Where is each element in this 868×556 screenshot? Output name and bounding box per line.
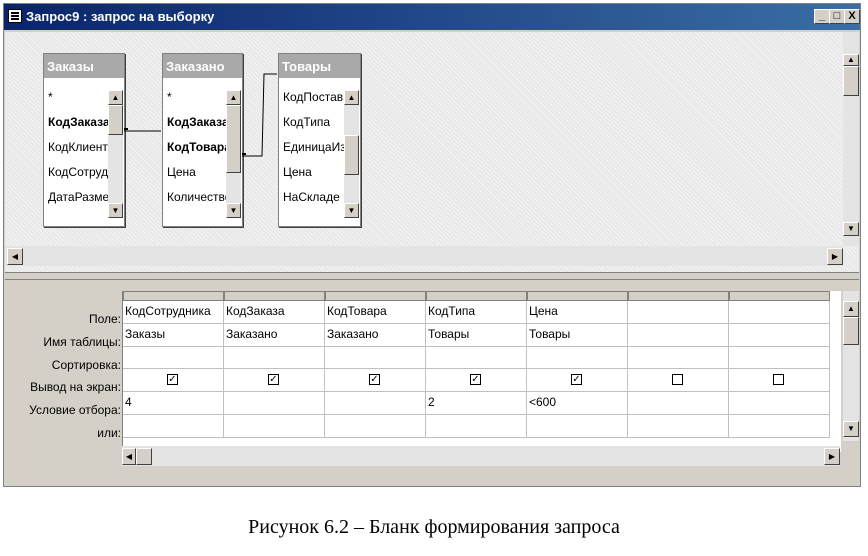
scroll-down-icon[interactable]: ▼ xyxy=(843,222,859,236)
grid-cell-or[interactable] xyxy=(426,415,527,438)
table-pane: Заказы * КодЗаказа КодКлиента КодСотрудн… xyxy=(5,32,859,272)
grid-cell-table[interactable]: Заказано xyxy=(325,323,426,347)
scroll-up-icon[interactable]: ▲ xyxy=(843,54,859,66)
grid-cell-sort[interactable] xyxy=(224,346,325,370)
grid-cell-sort[interactable] xyxy=(527,346,628,370)
grid-cell-field[interactable]: Цена xyxy=(527,301,628,324)
grid-cell-field[interactable]: КодСотрудника xyxy=(123,301,224,324)
column-selector[interactable] xyxy=(123,291,224,301)
column-selector[interactable] xyxy=(224,291,325,301)
scroll-up-icon[interactable]: ▲ xyxy=(843,301,859,317)
column-selector[interactable] xyxy=(527,291,628,301)
query-icon[interactable] xyxy=(8,9,22,23)
scroll-right-icon[interactable]: ▶ xyxy=(824,448,840,465)
scroll-thumb[interactable] xyxy=(843,317,859,345)
grid-cell-field[interactable]: КодТипа xyxy=(426,301,527,324)
grid-cell-show[interactable] xyxy=(729,369,830,393)
grid-cell-sort[interactable] xyxy=(325,346,426,370)
show-checkbox[interactable]: ✓ xyxy=(167,374,178,386)
close-button[interactable]: X xyxy=(844,9,860,24)
query-design-grid-pane: Поле: Имя таблицы: Сортировка: Вывод на … xyxy=(5,281,859,471)
grid-cell-show[interactable]: ✓ xyxy=(325,369,426,393)
grid-cell-criteria[interactable] xyxy=(224,392,325,415)
grid-horizontal-scrollbar[interactable]: ◀ ▶ xyxy=(122,446,840,466)
grid-cell-table[interactable] xyxy=(628,323,729,347)
grid-cell-criteria[interactable]: 4 xyxy=(123,392,224,415)
grid-cell-field[interactable]: КодЗаказа xyxy=(224,301,325,324)
grid-cell-show[interactable]: ✓ xyxy=(224,369,325,393)
design-grid: КодСотрудника Заказы ✓ 4 КодЗаказа Заказано ✓ К… xyxy=(122,291,841,452)
show-checkbox[interactable] xyxy=(773,374,784,386)
grid-cell-field[interactable]: КодТовара xyxy=(325,301,426,324)
scroll-right-icon[interactable]: ▶ xyxy=(827,248,843,265)
grid-cell-field[interactable] xyxy=(729,301,830,324)
relationship-line[interactable] xyxy=(242,73,277,157)
grid-cell-table[interactable] xyxy=(729,323,830,347)
row-label-show: Вывод на экран: xyxy=(30,380,121,395)
scroll-thumb[interactable] xyxy=(136,448,152,465)
column-selector[interactable] xyxy=(426,291,527,301)
pane-splitter[interactable] xyxy=(5,272,859,280)
show-checkbox[interactable] xyxy=(672,374,683,386)
grid-cell-or[interactable] xyxy=(729,415,830,438)
show-checkbox[interactable]: ✓ xyxy=(369,374,380,386)
scroll-left-icon[interactable]: ◀ xyxy=(7,248,23,265)
grid-cell-criteria[interactable]: <600 xyxy=(527,392,628,415)
scroll-left-icon[interactable]: ◀ xyxy=(122,448,136,465)
grid-row-labels: Поле: Имя таблицы: Сортировка: Вывод на … xyxy=(5,309,121,446)
upper-vertical-scrollbar[interactable]: ▲ ▼ xyxy=(843,32,859,246)
row-label-criteria: Условие отбора: xyxy=(29,403,121,418)
grid-cell-sort[interactable] xyxy=(426,346,527,370)
row-label-table: Имя таблицы: xyxy=(43,334,121,349)
grid-cell-field[interactable] xyxy=(628,301,729,324)
grid-cell-criteria[interactable] xyxy=(628,392,729,415)
row-label-sort: Сортировка: xyxy=(51,357,121,372)
title-bar[interactable]: Запрос9 : запрос на выборку _ □ X xyxy=(4,4,860,30)
grid-cell-criteria[interactable]: 2 xyxy=(426,392,527,415)
grid-vertical-scrollbar[interactable]: ▲ ▼ xyxy=(843,291,859,441)
scroll-thumb[interactable] xyxy=(843,66,859,96)
row-label-or: или: xyxy=(97,425,121,440)
scroll-down-icon[interactable]: ▼ xyxy=(843,421,859,437)
grid-cell-table[interactable]: Товары xyxy=(426,323,527,347)
column-selector[interactable] xyxy=(628,291,729,301)
grid-cell-sort[interactable] xyxy=(729,346,830,370)
query-window: Запрос9 : запрос на выборку _ □ X Заказы… xyxy=(3,3,861,487)
grid-cell-or[interactable] xyxy=(123,415,224,438)
show-checkbox[interactable]: ✓ xyxy=(470,374,481,386)
window-title: Запрос9 : запрос на выборку xyxy=(26,9,215,24)
upper-horizontal-scrollbar[interactable]: ◀ ▶ xyxy=(5,246,843,266)
grid-cell-sort[interactable] xyxy=(628,346,729,370)
grid-cell-criteria[interactable] xyxy=(325,392,426,415)
row-label-field: Поле: xyxy=(88,312,121,326)
grid-cell-show[interactable]: ✓ xyxy=(426,369,527,393)
grid-cell-table[interactable]: Заказано xyxy=(224,323,325,347)
grid-cell-show[interactable] xyxy=(628,369,729,393)
grid-cell-criteria[interactable] xyxy=(729,392,830,415)
column-selector[interactable] xyxy=(729,291,830,301)
figure-caption: Рисунок 6.2 – Бланк формирования запроса xyxy=(248,516,620,538)
grid-cell-or[interactable] xyxy=(628,415,729,438)
show-checkbox[interactable]: ✓ xyxy=(268,374,279,386)
grid-cell-table[interactable]: Товары xyxy=(527,323,628,347)
grid-cell-or[interactable] xyxy=(325,415,426,438)
minimize-button[interactable]: _ xyxy=(814,9,830,24)
grid-cell-show[interactable]: ✓ xyxy=(123,369,224,393)
grid-cell-table[interactable]: Заказы xyxy=(123,323,224,347)
grid-cell-or[interactable] xyxy=(224,415,325,438)
show-checkbox[interactable]: ✓ xyxy=(571,374,582,386)
relationship-lines xyxy=(124,73,277,157)
grid-cell-sort[interactable] xyxy=(123,346,224,370)
grid-cell-or[interactable] xyxy=(527,415,628,438)
column-selector[interactable] xyxy=(325,291,426,301)
grid-cell-show[interactable]: ✓ xyxy=(527,369,628,393)
maximize-button[interactable]: □ xyxy=(829,9,845,24)
